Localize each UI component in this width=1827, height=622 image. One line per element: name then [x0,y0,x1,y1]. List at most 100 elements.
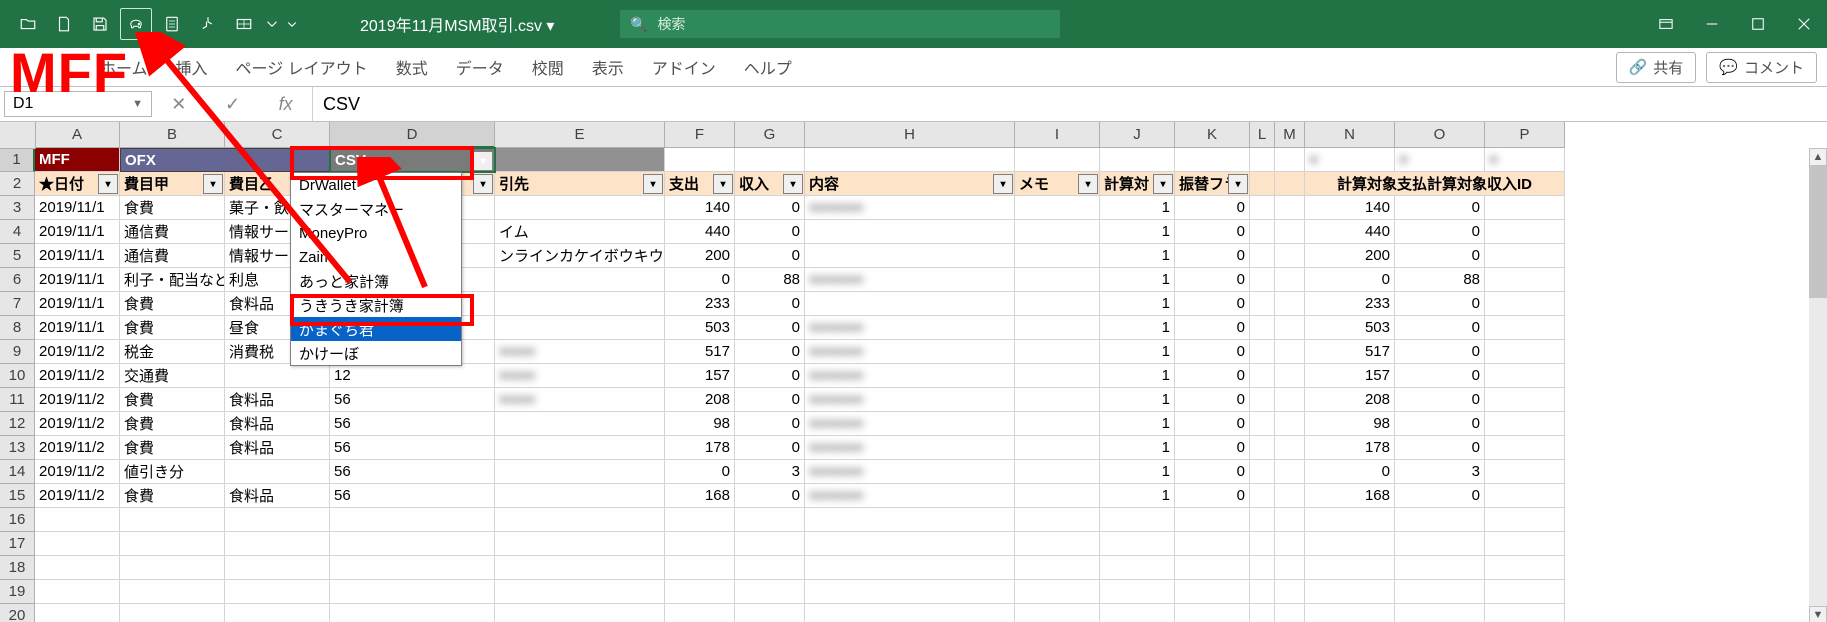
cell[interactable] [1250,508,1275,532]
cell[interactable]: 0 [735,388,805,412]
cell[interactable]: 通信費 [120,244,225,268]
cell[interactable]: 56 [330,388,495,412]
cell[interactable] [735,580,805,604]
cell[interactable] [1015,388,1100,412]
cell[interactable] [1485,436,1565,460]
cell[interactable] [495,316,665,340]
cell[interactable] [1275,460,1305,484]
cell[interactable] [1275,388,1305,412]
filter-button[interactable]: ▾ [98,174,118,194]
cell[interactable]: MFF [35,148,120,172]
cell[interactable] [1275,436,1305,460]
share-button[interactable]: 🔗共有 [1616,52,1697,83]
cell[interactable]: ンラインカケイボウキウキ [495,244,665,268]
cell[interactable] [1015,316,1100,340]
cell[interactable] [1015,436,1100,460]
cell[interactable]: 0 [1395,292,1485,316]
cell[interactable]: OFX [120,148,330,172]
cell[interactable] [1275,340,1305,364]
cell[interactable] [1275,364,1305,388]
cell[interactable] [1175,532,1250,556]
cell[interactable] [35,532,120,556]
cell[interactable]: 503 [665,316,735,340]
cell[interactable]: 食料品 [225,484,330,508]
row-header-3[interactable]: 3 [0,196,35,220]
cell[interactable]: 0 [735,484,805,508]
cell[interactable] [1250,556,1275,580]
cell[interactable]: 利子・配当など [120,268,225,292]
cell[interactable] [1015,484,1100,508]
cell[interactable]: 0 [1175,484,1250,508]
cell[interactable]: 食料品 [225,412,330,436]
cell[interactable] [1175,508,1250,532]
csv-dropdown[interactable]: DrWalletマスターマネーMoneyProZaimあっと家計簿うきうき家計簿… [290,172,462,366]
cell[interactable]: 2019/11/2 [35,460,120,484]
cell[interactable]: 88 [735,268,805,292]
row-header-9[interactable]: 9 [0,340,35,364]
cell[interactable]: 140 [1305,196,1395,220]
cell[interactable]: 食料品 [225,436,330,460]
cell[interactable] [495,508,665,532]
scroll-track[interactable] [1809,166,1827,606]
tab-review[interactable]: 校閲 [532,55,564,79]
cell[interactable]: 0 [665,460,735,484]
calculator-icon[interactable] [154,6,190,42]
cell[interactable]: 208 [665,388,735,412]
cell[interactable]: 168 [665,484,735,508]
scroll-up-icon[interactable]: ▲ [1809,148,1827,166]
cell[interactable] [1015,244,1100,268]
cell[interactable] [1275,508,1305,532]
column-header-P[interactable]: P [1485,122,1565,148]
cell[interactable] [330,532,495,556]
row-header-14[interactable]: 14 [0,460,35,484]
row-header-6[interactable]: 6 [0,268,35,292]
cell[interactable] [1275,412,1305,436]
cell[interactable] [1485,220,1565,244]
ribbon-display-icon[interactable] [1643,0,1689,48]
cell[interactable] [1250,268,1275,292]
cell[interactable]: 98 [665,412,735,436]
row-header-15[interactable]: 15 [0,484,35,508]
cell[interactable]: 0 [1175,292,1250,316]
cell[interactable] [1015,460,1100,484]
cell[interactable]: 140 [665,196,735,220]
cell[interactable] [495,604,665,622]
cell[interactable] [665,604,735,622]
cell[interactable] [495,292,665,316]
row-header-4[interactable]: 4 [0,220,35,244]
cell[interactable] [1250,364,1275,388]
cell[interactable] [1250,316,1275,340]
cell[interactable] [1250,484,1275,508]
cell[interactable]: 517 [1305,340,1395,364]
cell[interactable] [1485,556,1565,580]
cell[interactable] [120,508,225,532]
cell[interactable]: 振替フラ▾ [1175,172,1250,196]
column-header-D[interactable]: D [330,122,495,148]
search-box[interactable]: 🔍 検索 [620,10,1060,38]
cell[interactable]: 食料品 [225,388,330,412]
cell[interactable] [805,244,1015,268]
open-icon[interactable] [10,6,46,42]
cell[interactable]: 0 [1395,364,1485,388]
cell[interactable]: 56 [330,484,495,508]
cell[interactable] [665,556,735,580]
tab-help[interactable]: ヘルプ [744,55,792,79]
qat-more-icon[interactable] [282,6,302,42]
cell[interactable]: 0 [735,364,805,388]
cell[interactable]: 2019/11/2 [35,436,120,460]
cell[interactable]: 0 [1175,316,1250,340]
row-header-11[interactable]: 11 [0,388,35,412]
name-box[interactable]: D1 ▼ [4,91,152,117]
cell[interactable] [1250,220,1275,244]
cell[interactable] [1395,604,1485,622]
cell[interactable] [1250,340,1275,364]
cell[interactable]: 1 [1100,292,1175,316]
cell[interactable]: 440 [1305,220,1395,244]
row-header-5[interactable]: 5 [0,244,35,268]
cell[interactable] [1395,508,1485,532]
cell[interactable] [495,460,665,484]
cell[interactable] [805,508,1015,532]
cell[interactable] [1015,412,1100,436]
cell[interactable]: 2019/11/2 [35,388,120,412]
cell[interactable] [1175,580,1250,604]
